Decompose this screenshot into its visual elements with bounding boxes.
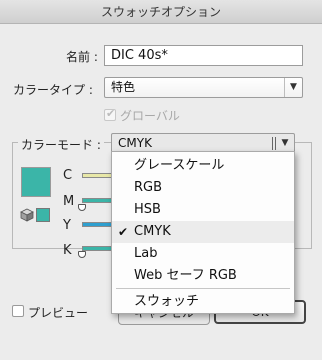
color-type-value: 特色 — [111, 80, 136, 94]
menu-item-label: CMYK — [134, 224, 171, 239]
name-label: 名前 : — [66, 50, 98, 64]
web-safe-swatch[interactable] — [36, 208, 50, 222]
menu-item-web-safe-rgb[interactable]: Web セーフ RGB — [112, 265, 294, 287]
cube-icon[interactable] — [20, 208, 34, 222]
preview-checkbox[interactable] — [12, 305, 24, 317]
color-mode-menu: グレースケール RGB HSB ✔ CMYK Lab Web セーフ RGB ス… — [111, 151, 295, 314]
channel-label-c: C — [63, 168, 73, 183]
menu-item-label: Web セーフ RGB — [134, 268, 237, 283]
window-title: スウォッチオプション — [0, 0, 322, 24]
menu-item-label: グレースケール — [134, 158, 225, 173]
menu-item-hsb[interactable]: HSB — [112, 199, 294, 221]
channel-label-k: K — [63, 243, 72, 258]
menu-separator — [116, 288, 290, 289]
menu-item-lab[interactable]: Lab — [112, 243, 294, 265]
chevron-down-icon: ▼ — [284, 78, 302, 97]
preview-label: プレビュー — [28, 306, 89, 320]
channel-label-y: Y — [63, 218, 71, 233]
menu-item-cmyk[interactable]: ✔ CMYK — [112, 221, 294, 243]
menu-item-label: Lab — [134, 246, 158, 261]
menu-item-swatches[interactable]: スウォッチ — [112, 291, 294, 313]
channel-label-m: M — [63, 194, 75, 209]
menu-item-label: RGB — [134, 180, 163, 195]
color-mode-label: カラーモード : — [18, 136, 104, 153]
menu-item-grayscale[interactable]: グレースケール — [112, 155, 294, 177]
menu-item-label: スウォッチ — [134, 294, 200, 309]
color-mode-value: CMYK — [118, 136, 152, 150]
checkmark-icon: ✔ — [118, 225, 129, 239]
global-label: グローバル — [120, 109, 180, 123]
slider-thumb-k[interactable] — [78, 251, 86, 258]
global-checkbox[interactable]: ✔ — [104, 107, 116, 121]
color-type-label: カラータイプ : — [13, 83, 93, 97]
checkmark-icon: ✔ — [106, 107, 116, 120]
color-swatch — [21, 167, 51, 197]
name-input[interactable]: DIC 40s* — [104, 45, 303, 66]
color-type-select[interactable]: 特色 ▼ — [104, 77, 303, 98]
menu-item-rgb[interactable]: RGB — [112, 177, 294, 199]
menu-item-label: HSB — [134, 202, 161, 217]
